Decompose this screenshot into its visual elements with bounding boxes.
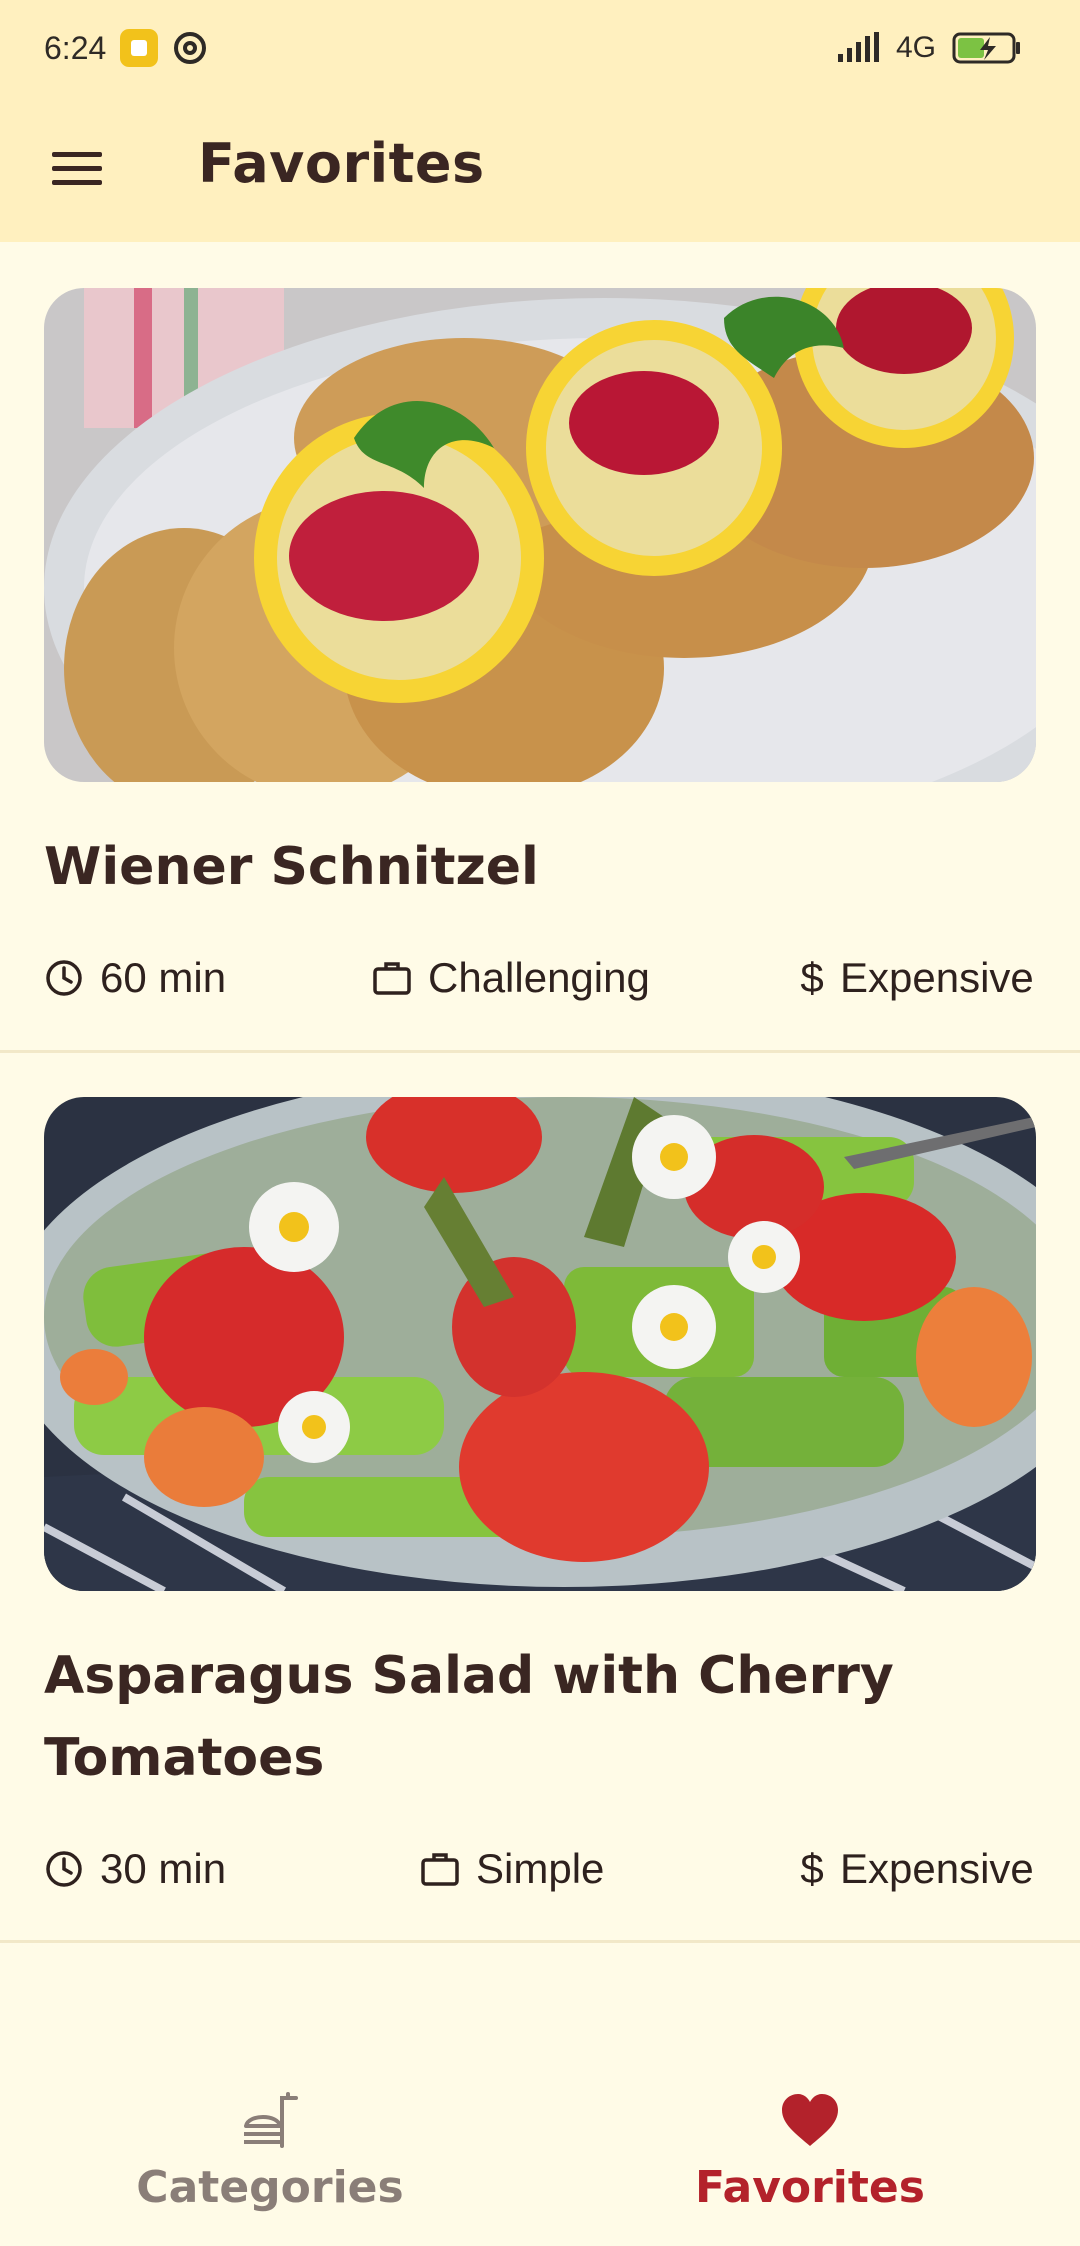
signal-icon	[837, 32, 879, 62]
page-title: Favorites	[198, 132, 485, 195]
asparagus-salad-photo	[44, 1097, 1036, 1591]
status-left: 6:24	[44, 29, 208, 67]
meal-card-asparagus-salad[interactable]: Asparagus Salad with Cherry Tomatoes 30 …	[0, 1097, 1080, 1940]
restaurant-menu-icon	[244, 2092, 298, 2148]
nav-label-favorites: Favorites	[695, 2162, 925, 2213]
network-type: 4G	[895, 31, 936, 64]
briefcase-icon	[421, 1853, 459, 1886]
duration-label: 30 min	[100, 1845, 227, 1892]
complexity-label: Challenging	[428, 954, 650, 1001]
status-bar: 6:24 4G	[0, 0, 1080, 96]
status-right: 4G	[836, 31, 1022, 65]
bottom-navigation: Categories Favorites	[0, 2060, 1080, 2246]
duration-label: 60 min	[100, 954, 227, 1001]
affordability-meta: $ Expensive	[800, 948, 1034, 1008]
heart-icon	[782, 2094, 838, 2146]
duration-meta: 30 min	[44, 1839, 226, 1899]
battery-charging-icon	[952, 32, 1020, 64]
at-sign-icon	[174, 32, 207, 64]
schnitzel-photo	[44, 288, 1036, 782]
meal-meta-row: 30 min Simple $ Expensive	[44, 1839, 1036, 1899]
nav-label-categories: Categories	[136, 2162, 404, 2213]
nav-item-categories[interactable]: Categories	[70, 2090, 470, 2230]
meal-card-wiener-schnitzel[interactable]: Wiener Schnitzel 60 min Challenging $ Ex…	[0, 288, 1080, 1052]
clock-icon	[46, 960, 82, 996]
complexity-label: Simple	[476, 1845, 605, 1892]
affordability-label: Expensive	[840, 1845, 1034, 1892]
status-time: 6:24	[44, 29, 107, 66]
dollar-icon: $	[800, 1845, 824, 1892]
menu-icon[interactable]	[50, 146, 104, 190]
complexity-meta: Simple	[420, 1839, 604, 1899]
clock-icon	[46, 1851, 82, 1887]
affordability-label: Expensive	[840, 954, 1034, 1001]
complexity-meta: Challenging	[372, 948, 650, 1008]
meal-title: Asparagus Salad with Cherry Tomatoes	[44, 1646, 894, 1788]
briefcase-icon	[373, 962, 411, 995]
card-divider	[0, 1940, 1080, 1943]
card-divider	[0, 1050, 1080, 1053]
meal-meta-row: 60 min Challenging $ Expensive	[44, 948, 1036, 1008]
meal-title: Wiener Schnitzel	[44, 837, 539, 897]
app-bar: Favorites	[0, 96, 1080, 242]
affordability-meta: $ Expensive	[800, 1839, 1034, 1899]
nav-item-favorites[interactable]: Favorites	[610, 2090, 1010, 2230]
duration-meta: 60 min	[44, 948, 226, 1008]
dollar-icon: $	[800, 954, 824, 1001]
notification-app-icon	[120, 29, 159, 67]
